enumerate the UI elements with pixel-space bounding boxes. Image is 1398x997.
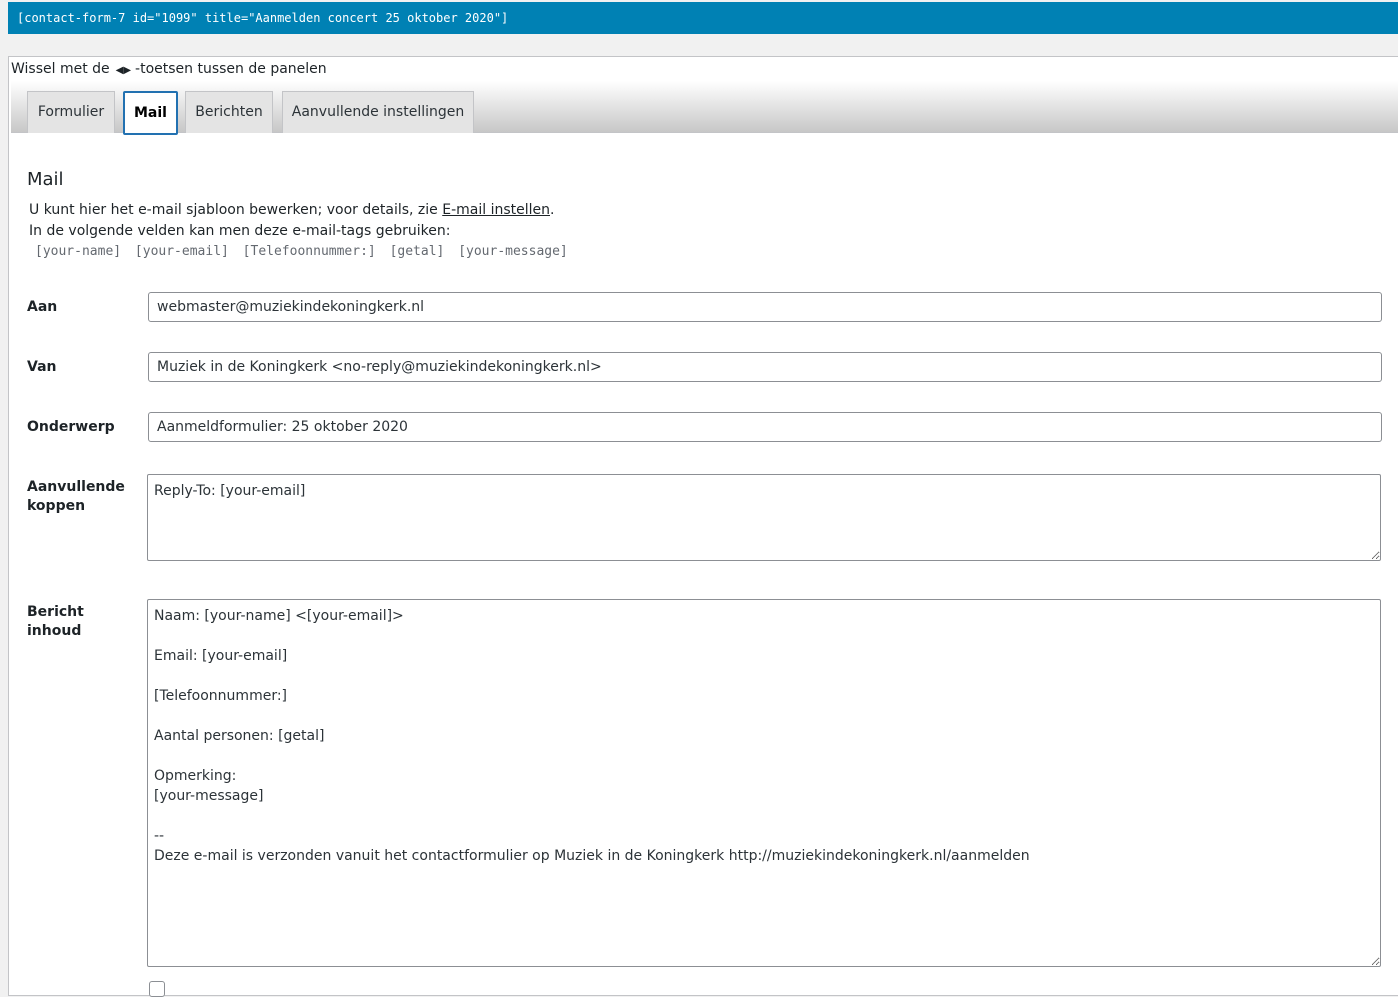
desc-prefix: U kunt hier het e-mail sjabloon bewerken… [29,202,443,218]
mail-description: U kunt hier het e-mail sjabloon bewerken… [29,200,554,242]
message-body-label-line1: Bericht [27,604,84,620]
desc-suffix: . [550,202,555,218]
keyboard-hint: Wissel met de ◀▶ -toetsen tussen de panele… [11,59,327,81]
hint-prefix: Wissel met de [11,61,110,77]
hint-suffix: -toetsen tussen de panelen [135,61,327,77]
section-title: Mail [27,169,64,190]
checkbox-row [149,981,173,997]
shortcode-bar[interactable]: [contact-form-7 id="1099" title="Aanmeld… [8,2,1398,34]
tab-berichten[interactable]: Berichten [185,91,273,133]
mail-tag: [Telefoonnummer:] [242,244,376,259]
message-body-label-line2: inhoud [27,623,82,639]
left-right-arrows-icon: ◀▶ [115,65,132,76]
tab-bar: Formulier Mail Berichten Aanvullende ins… [11,81,1398,135]
mail-tag: [getal] [389,244,445,259]
email-setup-link[interactable]: E-mail instellen [442,202,550,218]
tags-intro: In de volgende velden kan men deze e-mai… [29,223,451,239]
contact-form-editor: Wissel met de ◀▶ -toetsen tussen de panele… [8,56,1398,997]
mail-tag: [your-message] [458,244,568,259]
tab-aanvullende-instellingen[interactable]: Aanvullende instellingen [282,91,474,133]
additional-headers-label: Aanvullende koppen [27,478,125,516]
tab-formulier[interactable]: Formulier [27,91,115,133]
subject-field[interactable] [148,412,1382,442]
mail-tag: [your-name] [35,244,122,259]
mail-tags-list: [your-name] [your-email] [Telefoonnummer… [35,241,574,262]
from-field[interactable] [148,352,1382,382]
to-label: Aan [27,299,58,315]
additional-headers-textarea[interactable]: Reply-To: [your-email] [147,474,1381,561]
tab-mail[interactable]: Mail [123,91,178,135]
from-label: Van [27,359,57,375]
exclude-blank-checkbox[interactable] [149,981,165,997]
to-field[interactable] [148,292,1382,322]
additional-headers-label-line1: Aanvullende [27,479,125,495]
subject-label: Onderwerp [27,419,115,435]
additional-headers-label-line2: koppen [27,498,86,514]
message-body-textarea[interactable]: Naam: [your-name] <[your-email]> Email: … [147,599,1381,967]
mail-tag: [your-email] [134,244,229,259]
message-body-label: Bericht inhoud [27,603,84,641]
